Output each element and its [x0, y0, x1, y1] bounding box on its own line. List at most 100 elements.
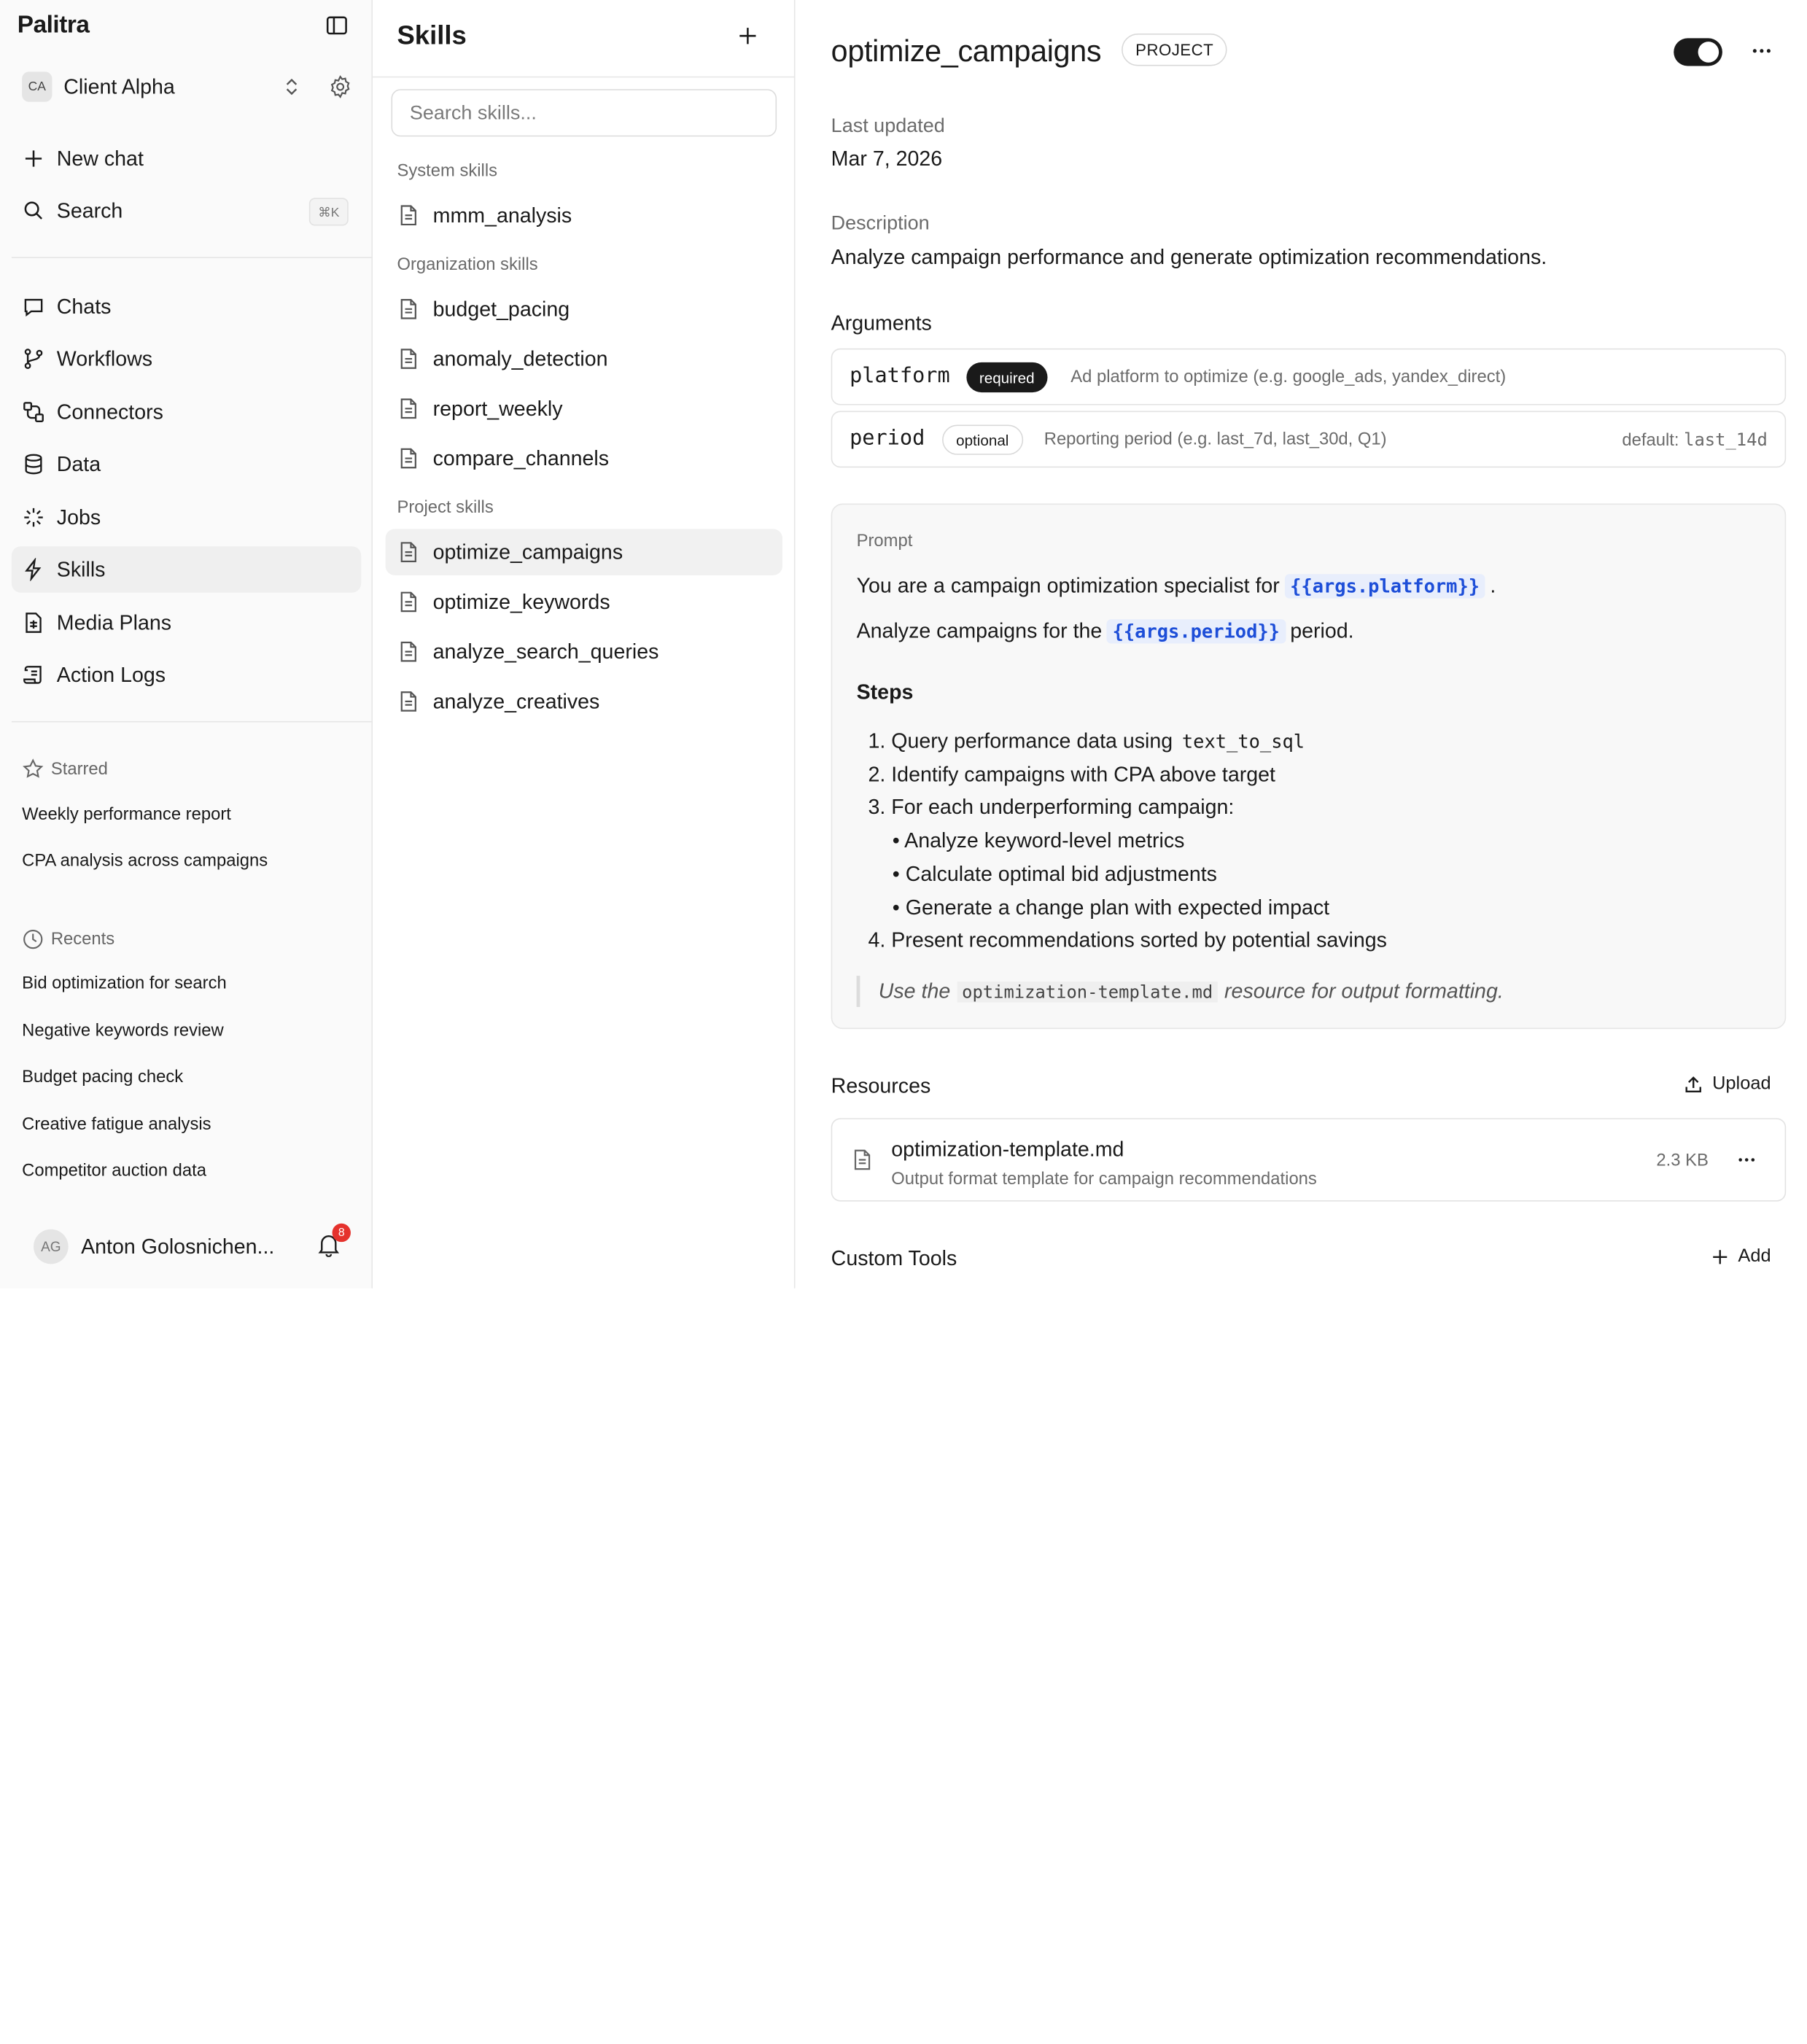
argument-default: default: last_14d [1622, 430, 1767, 451]
add-skill-icon[interactable] [735, 23, 761, 49]
argument-row: platform required Ad platform to optimiz… [831, 348, 1787, 405]
note-text: Use the [878, 979, 951, 1003]
search-button[interactable]: Search [22, 195, 123, 227]
inline-code: text_to_sql [1181, 730, 1305, 753]
step-item: 4. Present recommendations sorted by pot… [868, 928, 1387, 952]
step-item: 3. For each underperforming campaign: [868, 795, 1235, 819]
upload-label: Upload [1712, 1074, 1771, 1094]
starred-header: Starred [22, 758, 108, 780]
skill-label: report_weekly [432, 396, 563, 420]
resource-size: 2.3 KB [1656, 1150, 1709, 1170]
prompt-text: period. [1290, 619, 1354, 642]
prompt-text: . [1490, 574, 1496, 598]
required-badge: required [966, 362, 1048, 393]
skill-item[interactable]: analyze_search_queries [397, 635, 658, 667]
skill-label: optimize_campaigns [432, 540, 623, 564]
sidebar-item-label: Media Plans [56, 610, 172, 634]
last-updated-value: Mar 7, 2026 [831, 147, 943, 171]
document-icon [400, 298, 416, 319]
skill-item[interactable]: report_weekly [397, 392, 563, 424]
skill-item[interactable]: compare_channels [397, 442, 609, 474]
step-item: 2. Identify campaigns with CPA above tar… [868, 763, 1276, 786]
arguments-heading: Arguments [831, 311, 932, 335]
workspace-avatar: CA [22, 71, 53, 102]
lightning-icon [25, 558, 42, 581]
skill-label: compare_channels [432, 446, 610, 470]
sub-step-item: • Analyze keyword-level metrics [892, 828, 1185, 852]
skill-label: anomaly_detection [432, 346, 608, 370]
sidebar-item-jobs[interactable]: Jobs [22, 501, 101, 533]
sidebar-toggle-icon[interactable] [325, 14, 349, 37]
optional-badge: optional [942, 424, 1023, 455]
user-name: Anton Golosnichen... [81, 1234, 275, 1258]
scroll-icon [23, 666, 42, 684]
gear-icon[interactable] [327, 74, 353, 100]
new-chat-button[interactable]: New chat [22, 142, 144, 174]
skill-item[interactable]: analyze_creatives [397, 685, 599, 718]
sidebar-item-label: Workflows [56, 346, 153, 370]
step-item: 1. Query performance data using text_to_… [868, 729, 1305, 753]
sidebar-item-chats[interactable]: Chats [22, 290, 111, 322]
resource-description: Output format template for campaign reco… [891, 1169, 1317, 1189]
more-options-icon[interactable] [1750, 39, 1773, 63]
document-icon [854, 1149, 871, 1170]
skill-item[interactable]: budget_pacing [397, 293, 570, 325]
sidebar-item-media-plans[interactable]: Media Plans [22, 607, 171, 639]
group-label-project: Project skills [397, 497, 494, 518]
prompt-line: You are a campaign optimization speciali… [857, 574, 1496, 599]
document-icon [400, 542, 416, 562]
prompt-text: Analyze campaigns for the [856, 619, 1103, 642]
divider [373, 76, 796, 78]
prompt-panel: Prompt You are a campaign optimization s… [831, 503, 1787, 1030]
upload-button[interactable]: Upload [1684, 1074, 1771, 1095]
sidebar-item-action-logs[interactable]: Action Logs [22, 658, 166, 691]
skill-title: optimize_campaigns [831, 34, 1102, 69]
recent-item[interactable]: Competitor auction data [22, 1161, 206, 1181]
argument-row: period optional Reporting period (e.g. l… [831, 411, 1787, 468]
prompt-note: Use the optimization-template.md resourc… [856, 976, 1504, 1007]
recent-item[interactable]: Creative fatigue analysis [22, 1115, 211, 1135]
sidebar-item-skills[interactable]: Skills [22, 553, 105, 586]
argument-name: period [850, 426, 925, 451]
workspace-switcher[interactable]: CA Client Alpha [22, 71, 353, 102]
skill-item[interactable]: anomaly_detection [397, 343, 608, 375]
search-label: Search [56, 198, 123, 222]
chat-bubble-icon [24, 298, 43, 317]
default-label: default: [1622, 430, 1679, 451]
sidebar-item-label: Skills [56, 557, 106, 581]
sidebar-item-connectors[interactable]: Connectors [22, 396, 163, 428]
skill-item-selected[interactable]: optimize_campaigns [397, 536, 623, 568]
sub-step-item: • Calculate optimal bid adjustments [892, 862, 1217, 886]
argument-description: Reporting period (e.g. last_7d, last_30d… [1044, 429, 1387, 449]
sidebar-item-data[interactable]: Data [22, 448, 101, 480]
scope-badge: PROJECT [1122, 34, 1228, 66]
skill-label: analyze_search_queries [432, 639, 659, 663]
skill-label: analyze_creatives [432, 689, 600, 712]
group-label-organization: Organization skills [397, 254, 538, 275]
starred-item[interactable]: CPA analysis across campaigns [22, 851, 268, 871]
step-text: 1. Query performance data using [868, 728, 1173, 753]
recent-item[interactable]: Negative keywords review [22, 1021, 224, 1041]
search-skills-input[interactable] [391, 89, 777, 137]
add-tool-button[interactable]: Add [1710, 1247, 1771, 1268]
starred-title: Starred [50, 759, 108, 780]
skill-item[interactable]: mmm_analysis [397, 199, 572, 231]
search-shortcut: ⌘K [308, 198, 349, 226]
more-options-icon[interactable] [1736, 1149, 1757, 1170]
recent-item[interactable]: Budget pacing check [22, 1067, 183, 1087]
document-spreadsheet-icon [26, 613, 42, 633]
recents-header: Recents [22, 928, 114, 950]
new-chat-label: New chat [56, 146, 144, 170]
starred-item[interactable]: Weekly performance report [22, 804, 231, 824]
sidebar-item-workflows[interactable]: Workflows [22, 343, 152, 375]
git-branch-icon [24, 349, 43, 369]
document-icon [400, 641, 416, 662]
document-icon [400, 591, 416, 613]
recent-item[interactable]: Bid optimization for search [22, 974, 227, 993]
skill-item[interactable]: optimize_keywords [397, 586, 610, 618]
custom-tools-heading: Custom Tools [831, 1246, 957, 1270]
user-profile[interactable]: AG Anton Golosnichen... [34, 1229, 274, 1264]
enabled-toggle[interactable] [1674, 38, 1722, 66]
workspace-name: Client Alpha [63, 74, 175, 98]
resource-card[interactable]: optimization-template.md Output format t… [831, 1118, 1787, 1202]
